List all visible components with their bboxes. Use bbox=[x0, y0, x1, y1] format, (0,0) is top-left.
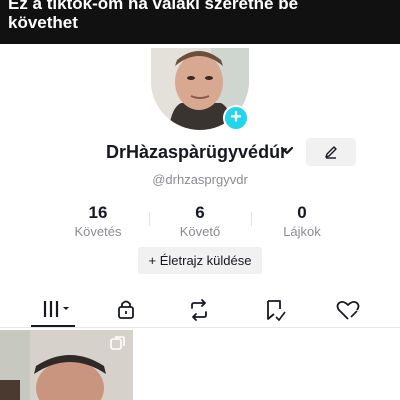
caption-line-2: követhet bbox=[8, 13, 78, 32]
liked-icon bbox=[336, 300, 360, 320]
caption-banner: Ez a tiktok-om ha valaki szeretné be köv… bbox=[0, 0, 400, 44]
video-thumbnail[interactable] bbox=[0, 330, 133, 400]
handle: @drhzasprgyvdr bbox=[152, 172, 248, 187]
tab-favorites[interactable] bbox=[235, 292, 315, 328]
tab-reposts[interactable] bbox=[159, 292, 239, 328]
followers-label: Követő bbox=[179, 224, 221, 239]
videos-grid-icon bbox=[43, 301, 69, 317]
pencil-icon bbox=[325, 146, 337, 159]
stat-following[interactable]: 16 Követés bbox=[48, 203, 148, 239]
tab-private[interactable] bbox=[85, 292, 165, 328]
stat-followers[interactable]: 6 Követő bbox=[150, 203, 250, 239]
following-count: 16 bbox=[88, 203, 108, 222]
username: DrHàzaspàrügyvédúr bbox=[106, 142, 288, 162]
add-photo-badge[interactable]: + bbox=[223, 105, 249, 131]
bookmark-icon bbox=[267, 300, 286, 322]
active-tab-indicator bbox=[31, 325, 75, 327]
tab-liked[interactable] bbox=[307, 292, 387, 328]
lock-icon bbox=[118, 300, 134, 319]
multi-photo-icon bbox=[110, 336, 125, 350]
following-label: Követés bbox=[74, 224, 122, 239]
likes-count: 0 bbox=[297, 203, 307, 222]
send-bio-label: Életrajz küldése bbox=[159, 253, 252, 268]
chevron-down-icon[interactable] bbox=[280, 146, 294, 156]
stat-likes: 0 Lájkok bbox=[252, 203, 352, 239]
edit-profile-button[interactable] bbox=[306, 138, 356, 166]
caption-line-1: Ez a tiktok-om ha valaki szeretné be bbox=[8, 0, 299, 13]
tab-videos[interactable] bbox=[13, 292, 93, 328]
profile-tabs bbox=[0, 292, 400, 328]
plus-icon: + bbox=[230, 106, 242, 128]
plus-icon: + bbox=[148, 253, 157, 268]
followers-count: 6 bbox=[195, 203, 205, 222]
send-bio-button[interactable]: + Életrajz küldése bbox=[138, 247, 262, 274]
likes-label: Lájkok bbox=[283, 224, 321, 239]
repost-icon bbox=[191, 299, 207, 321]
